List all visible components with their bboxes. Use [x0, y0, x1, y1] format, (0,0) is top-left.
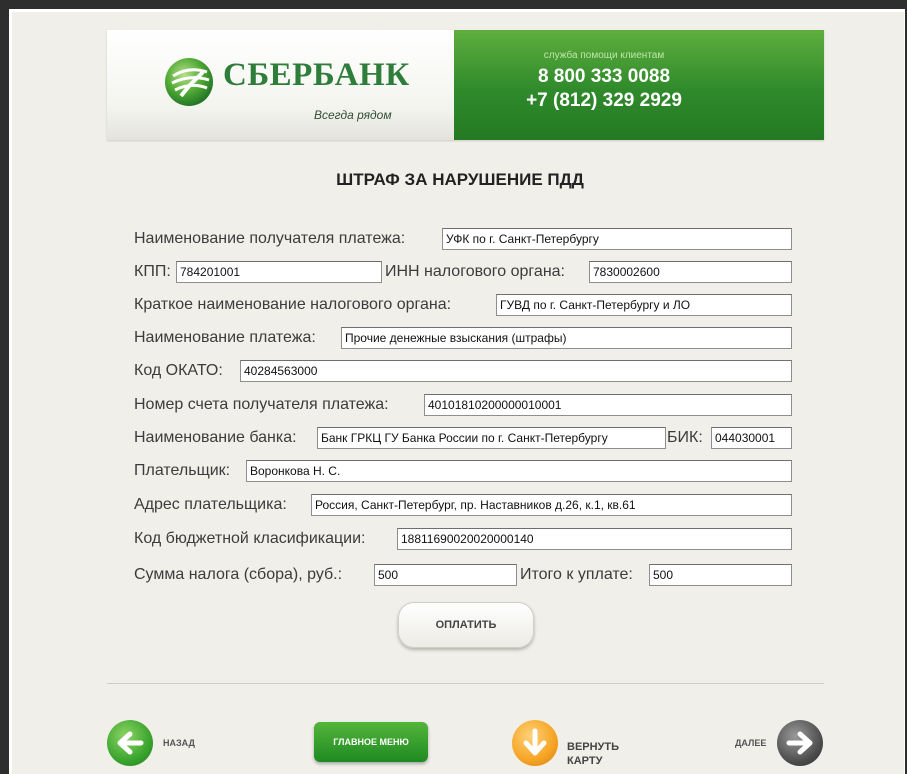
- help-phone-2: +7 (812) 329 2929: [526, 90, 682, 111]
- payment-name-label: Наименование платежа:: [134, 329, 316, 346]
- total-label: Итого к уплате:: [520, 566, 633, 583]
- payer-address-label: Адрес плательщика:: [134, 496, 287, 513]
- payer-field[interactable]: Воронкова Н. С.: [246, 460, 792, 482]
- back-label[interactable]: НАЗАД: [163, 738, 195, 748]
- bank-field[interactable]: Банк ГРКЦ ГУ Банка России по г. Санкт-Пе…: [317, 427, 666, 449]
- okato-field[interactable]: 40284563000: [240, 360, 792, 382]
- return-card-label[interactable]: ВЕРНУТЬ КАРТУ: [567, 740, 637, 768]
- bik-label: БИК:: [667, 429, 703, 446]
- recipient-field[interactable]: УФК по г. Санкт-Петербургу: [442, 228, 792, 250]
- arrow-down-icon: [523, 728, 547, 756]
- divider: [107, 683, 824, 684]
- logo-panel: СБЕРБАНК Всегда рядом: [107, 30, 454, 140]
- arrow-right-icon: [786, 731, 813, 755]
- okato-label: Код ОКАТО:: [134, 362, 223, 379]
- sberbank-logo-icon: [163, 56, 215, 108]
- payer-label: Плательщик:: [134, 462, 231, 479]
- recipient-label: Наименование получателя платежа:: [134, 230, 406, 247]
- help-title: служба помощи клиентам: [543, 50, 665, 61]
- brand-name: СБЕРБАНК: [223, 57, 410, 93]
- back-button[interactable]: [107, 720, 153, 766]
- help-panel: служба помощи клиентам 8 800 333 0088 +7…: [454, 30, 824, 140]
- tax-sum-field[interactable]: 500: [374, 564, 517, 586]
- brand-slogan: Всегда рядом: [314, 108, 392, 122]
- arrow-left-icon: [117, 731, 144, 755]
- main-menu-button[interactable]: ГЛАВНОЕ МЕНЮ: [314, 722, 428, 762]
- inn-label: ИНН налогового органа:: [385, 263, 565, 280]
- next-button[interactable]: [777, 720, 823, 766]
- tax-sum-label: Сумма налога (сбора), руб.:: [134, 566, 343, 583]
- tax-short-field[interactable]: ГУВД по г. Санкт-Петербургу и ЛО: [496, 294, 792, 316]
- kbk-field[interactable]: 18811690020020000140: [397, 528, 792, 550]
- next-label[interactable]: ДАЛЕЕ: [735, 738, 766, 748]
- return-card-button[interactable]: [512, 720, 558, 766]
- payment-name-field[interactable]: Прочие денежные взыскания (штрафы): [341, 327, 792, 349]
- header-banner: СБЕРБАНК Всегда рядом служба помощи клие…: [107, 30, 824, 140]
- kpp-label: КПП:: [134, 263, 171, 280]
- inn-field[interactable]: 7830002600: [589, 261, 792, 283]
- tax-short-label: Краткое наименование налогового органа:: [134, 296, 452, 313]
- bank-label: Наименование банка:: [134, 429, 297, 446]
- bik-field[interactable]: 044030001: [711, 427, 792, 449]
- kpp-field[interactable]: 784201001: [176, 261, 382, 283]
- total-field[interactable]: 500: [649, 564, 792, 586]
- payer-address-field[interactable]: Россия, Санкт-Петербург, пр. Наставников…: [311, 494, 792, 516]
- help-phone-1: 8 800 333 0088: [537, 66, 671, 87]
- account-field[interactable]: 40101810200000010001: [424, 394, 792, 416]
- account-label: Номер счета получателя платежа:: [134, 396, 389, 413]
- kbk-label: Код бюджетной класификации:: [134, 530, 366, 547]
- pay-button[interactable]: ОПЛАТИТЬ: [398, 602, 534, 648]
- page-title: ШТРАФ ЗА НАРУШЕНИЕ ПДД: [336, 170, 584, 189]
